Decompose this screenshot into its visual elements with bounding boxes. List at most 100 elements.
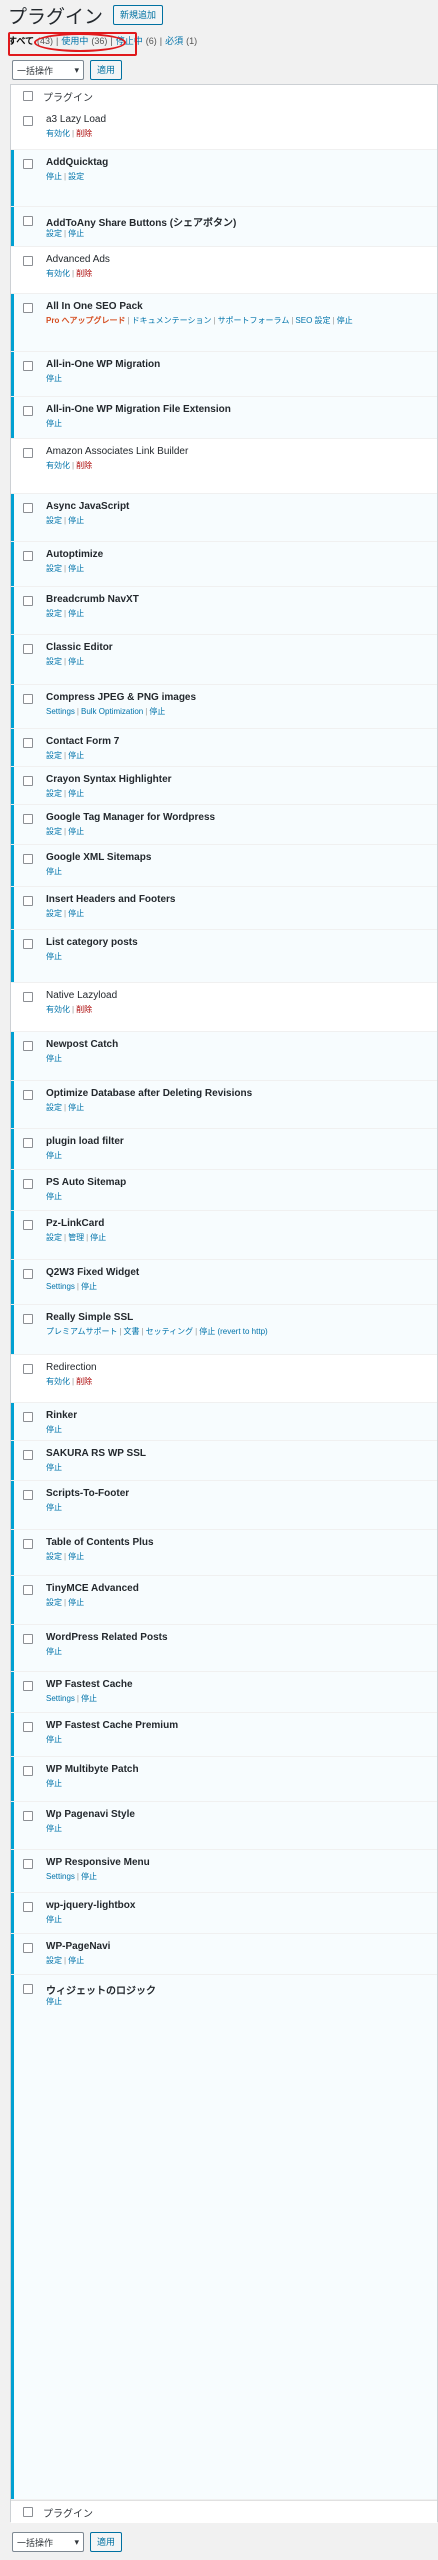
plugin-action-link[interactable]: 停止 <box>68 909 84 918</box>
plugin-checkbox[interactable] <box>23 596 33 606</box>
plugin-action-link[interactable]: Settings <box>46 1282 75 1291</box>
plugin-action-link[interactable]: 停止 <box>46 1779 62 1788</box>
plugin-action-link[interactable]: セッティング <box>146 1327 194 1336</box>
filter-all[interactable]: すべて <box>8 34 34 47</box>
plugin-checkbox[interactable] <box>23 1984 33 1994</box>
plugin-action-link[interactable]: 設定 <box>46 564 62 573</box>
plugin-action-link[interactable]: 設定 <box>46 789 62 798</box>
plugin-checkbox[interactable] <box>23 406 33 416</box>
plugin-checkbox[interactable] <box>23 303 33 313</box>
plugin-action-link[interactable]: 停止 <box>46 374 62 383</box>
plugin-checkbox[interactable] <box>23 1364 33 1374</box>
plugin-checkbox[interactable] <box>23 1314 33 1324</box>
plugin-action-link[interactable]: Settings <box>46 1872 75 1881</box>
plugin-action-link[interactable]: 停止 <box>68 1103 84 1112</box>
select-all-checkbox[interactable] <box>23 91 33 101</box>
plugin-action-link[interactable]: 設定 <box>46 1598 62 1607</box>
plugin-checkbox[interactable] <box>23 1766 33 1776</box>
plugin-action-link[interactable]: 停止 <box>68 609 84 618</box>
plugin-action-link[interactable]: 削除 <box>76 461 92 470</box>
plugin-action-link[interactable]: 停止 <box>68 516 84 525</box>
plugin-action-link[interactable]: Bulk Optimization <box>81 707 143 716</box>
plugin-checkbox[interactable] <box>23 1090 33 1100</box>
plugin-action-link[interactable]: 削除 <box>76 129 92 138</box>
plugin-action-link[interactable]: Settings <box>46 707 75 716</box>
plugin-action-link[interactable]: 有効化 <box>46 1377 70 1386</box>
plugin-action-link[interactable]: 有効化 <box>46 269 70 278</box>
plugin-action-link[interactable]: 停止 <box>46 1425 62 1434</box>
plugin-action-link[interactable]: 停止 <box>90 1233 106 1242</box>
plugin-checkbox[interactable] <box>23 896 33 906</box>
plugin-action-link[interactable]: 停止 <box>46 867 62 876</box>
plugin-action-link[interactable]: 停止 <box>68 657 84 666</box>
plugin-checkbox[interactable] <box>23 1943 33 1953</box>
plugin-action-link[interactable]: 設定 <box>46 657 62 666</box>
bulk-action-select-bottom[interactable]: 一括操作 ▾ <box>12 2532 84 2552</box>
plugin-checkbox[interactable] <box>23 776 33 786</box>
plugin-action-link[interactable]: 設定 <box>46 1956 62 1965</box>
plugin-action-link[interactable]: 設定 <box>46 1103 62 1112</box>
plugin-action-link[interactable]: 設定 <box>46 229 62 238</box>
plugin-action-link[interactable]: 停止 <box>68 751 84 760</box>
plugin-action-link[interactable]: 文書 <box>124 1327 140 1336</box>
apply-button-bottom[interactable]: 適用 <box>90 2532 123 2552</box>
plugin-checkbox[interactable] <box>23 694 33 704</box>
plugin-action-link[interactable]: 停止 <box>46 952 62 961</box>
plugin-action-link[interactable]: 設定 <box>46 609 62 618</box>
plugin-action-link[interactable]: 削除 <box>76 1377 92 1386</box>
plugin-action-link[interactable]: 有効化 <box>46 1005 70 1014</box>
plugin-action-link[interactable]: 停止 <box>81 1282 97 1291</box>
plugin-action-link[interactable]: 停止 <box>46 1463 62 1472</box>
plugin-checkbox[interactable] <box>23 644 33 654</box>
plugin-action-link[interactable]: 設定 <box>68 172 84 181</box>
plugin-checkbox[interactable] <box>23 1539 33 1549</box>
select-all-checkbox-footer[interactable] <box>23 2507 33 2517</box>
bulk-action-select[interactable]: 一括操作 ▾ <box>12 60 84 80</box>
plugin-action-link[interactable]: ドキュメンテーション <box>132 316 212 325</box>
plugin-checkbox[interactable] <box>23 159 33 169</box>
plugin-action-link[interactable]: 停止 <box>46 419 62 428</box>
plugin-action-link[interactable]: 停止 <box>81 1694 97 1703</box>
plugin-action-link[interactable]: 停止 <box>68 789 84 798</box>
plugin-action-link[interactable]: 設定 <box>46 1552 62 1561</box>
plugin-action-link[interactable]: 停止 (revert to http) <box>199 1327 267 1336</box>
plugin-checkbox[interactable] <box>23 1681 33 1691</box>
plugin-action-link[interactable]: 停止 <box>46 1192 62 1201</box>
filter-inactive[interactable]: 停止中 <box>116 34 143 47</box>
plugin-action-link[interactable]: 停止 <box>46 1824 62 1833</box>
plugin-action-link[interactable]: Settings <box>46 1694 75 1703</box>
plugin-action-link[interactable]: 停止 <box>46 1647 62 1656</box>
plugin-checkbox[interactable] <box>23 1450 33 1460</box>
plugin-checkbox[interactable] <box>23 116 33 126</box>
plugin-checkbox[interactable] <box>23 361 33 371</box>
plugin-action-link[interactable]: 停止 <box>46 1915 62 1924</box>
plugin-action-link[interactable]: 停止 <box>68 1956 84 1965</box>
plugin-action-link[interactable]: 停止 <box>68 229 84 238</box>
plugin-checkbox[interactable] <box>23 216 33 226</box>
plugin-action-link[interactable]: 有効化 <box>46 461 70 470</box>
plugin-action-link[interactable]: 停止 <box>68 1552 84 1561</box>
filter-active[interactable]: 使用中 <box>61 34 88 47</box>
plugin-action-link[interactable]: 停止 <box>46 1054 62 1063</box>
plugin-checkbox[interactable] <box>23 1412 33 1422</box>
apply-button[interactable]: 適用 <box>90 60 123 80</box>
plugin-action-link[interactable]: 停止 <box>68 564 84 573</box>
plugin-action-link[interactable]: SEO 設定 <box>295 316 330 325</box>
plugin-action-link[interactable]: 削除 <box>76 269 92 278</box>
plugin-action-link[interactable]: 停止 <box>46 1151 62 1160</box>
plugin-checkbox[interactable] <box>23 1722 33 1732</box>
filter-must-use[interactable]: 必須 <box>165 34 183 47</box>
plugin-action-link[interactable]: 設定 <box>46 751 62 760</box>
plugin-action-link[interactable]: サポートフォーラム <box>218 316 290 325</box>
plugin-checkbox[interactable] <box>23 551 33 561</box>
plugin-checkbox[interactable] <box>23 1859 33 1869</box>
plugin-checkbox[interactable] <box>23 1179 33 1189</box>
plugin-checkbox[interactable] <box>23 1585 33 1595</box>
plugin-action-link[interactable]: 停止 <box>337 316 353 325</box>
plugin-checkbox[interactable] <box>23 448 33 458</box>
plugin-checkbox[interactable] <box>23 256 33 266</box>
plugin-checkbox[interactable] <box>23 939 33 949</box>
plugin-action-link[interactable]: 停止 <box>46 172 62 181</box>
plugin-action-link[interactable]: 停止 <box>46 1735 62 1744</box>
plugin-action-link[interactable]: 停止 <box>68 827 84 836</box>
